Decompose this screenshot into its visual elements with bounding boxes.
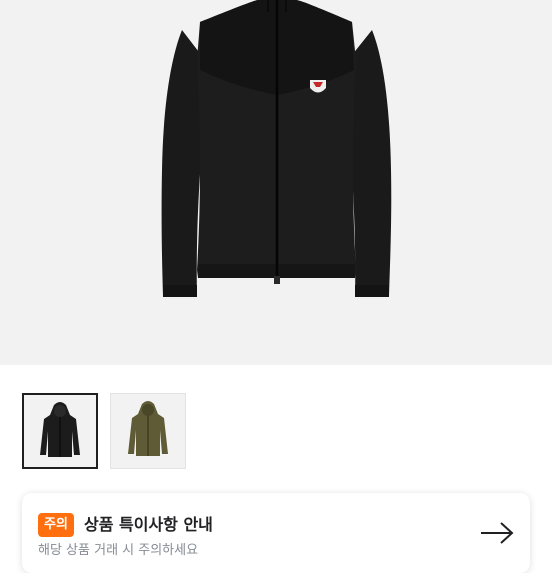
jacket-khaki-icon <box>128 401 168 456</box>
caution-badge: 주의 <box>38 513 74 537</box>
arrow-right-icon[interactable] <box>480 521 514 545</box>
product-main-image[interactable] <box>0 0 552 365</box>
thumbnail-khaki-jacket[interactable] <box>110 393 186 469</box>
product-notice-card[interactable]: 주의 상품 특이사항 안내 해당 상품 거래 시 주의하세요 <box>22 493 530 573</box>
notice-subtitle: 해당 상품 거래 시 주의하세요 <box>38 543 199 558</box>
jacket-image <box>161 0 392 297</box>
jacket-black-icon <box>40 402 80 457</box>
thumbnail-black-jacket[interactable] <box>22 393 98 469</box>
thumbnail-strip <box>0 365 552 475</box>
notice-title: 상품 특이사항 안내 <box>84 515 213 534</box>
